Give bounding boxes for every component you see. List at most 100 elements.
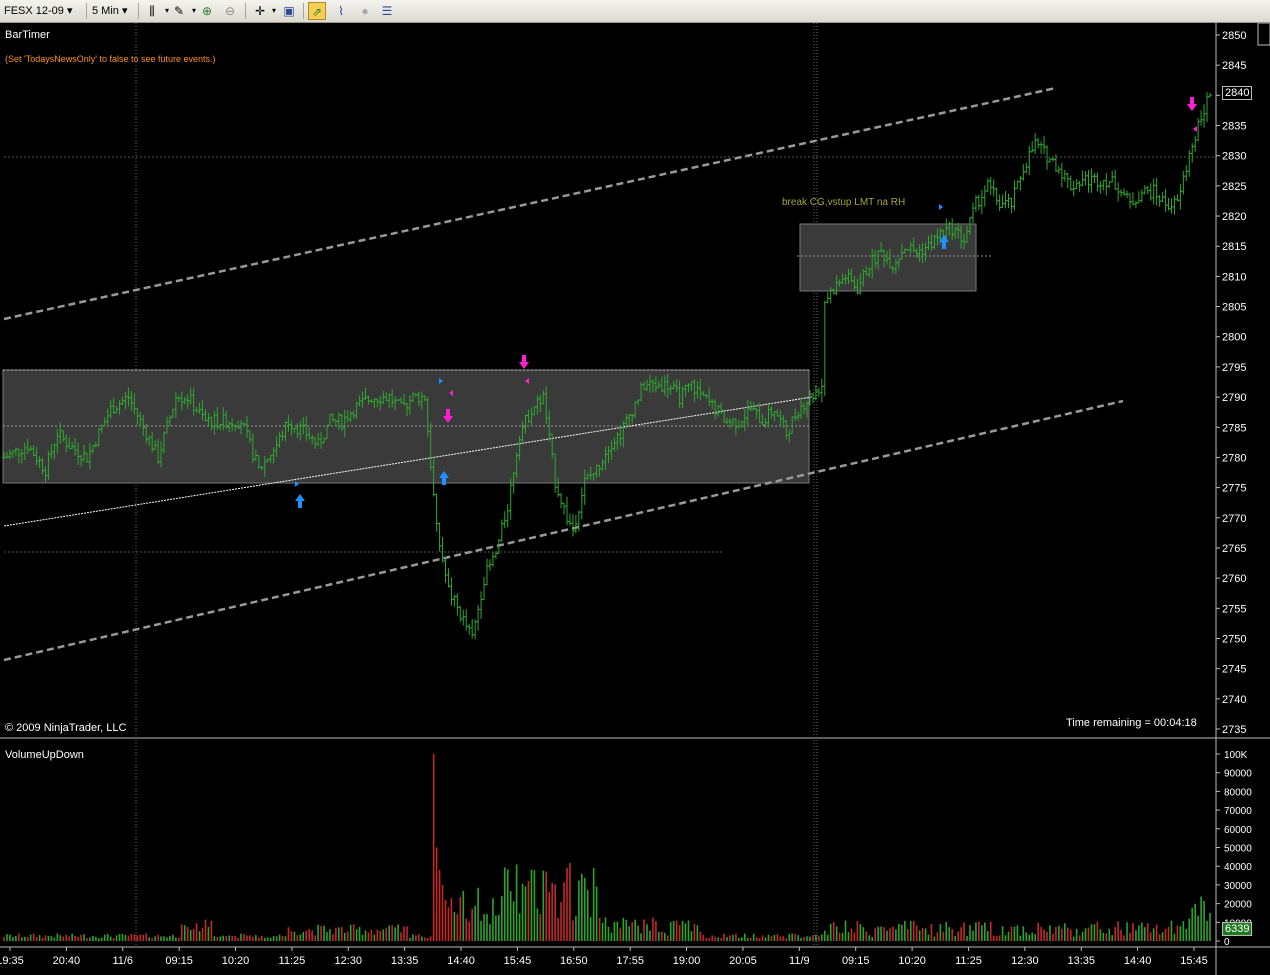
zoom-out-icon[interactable]: ⊖ <box>221 2 239 20</box>
volume-bar <box>1135 930 1137 941</box>
volume-bar <box>1061 928 1063 941</box>
volume-bar <box>1022 926 1025 941</box>
volume-bar <box>1164 928 1167 941</box>
volume-bar <box>1108 928 1111 941</box>
volume-bar <box>432 754 435 941</box>
volume-bar <box>388 925 391 941</box>
volume-bar <box>53 937 56 941</box>
volume-bar <box>403 926 405 941</box>
volume-bar <box>240 933 242 941</box>
volume-bar <box>927 934 930 941</box>
volume-bar <box>219 936 222 941</box>
volume-bar <box>207 927 210 941</box>
volume-bar <box>86 938 88 941</box>
instrument-selector[interactable]: FESX 12-09 ▾ <box>4 2 84 20</box>
volume-bar <box>391 925 393 941</box>
volume-bar <box>340 926 343 941</box>
volume-bar <box>148 937 150 941</box>
volume-bar <box>637 925 639 941</box>
volume-bar <box>678 925 681 941</box>
time-tick-label: 19:00 <box>673 955 701 967</box>
volume-bar <box>542 870 545 941</box>
price-tick-label: 2770 <box>1222 513 1246 525</box>
volume-bar <box>59 935 62 941</box>
time-tick-label: 16:50 <box>560 955 588 967</box>
strategy-icon[interactable]: ⇗ <box>308 2 326 20</box>
volume-bar <box>595 886 598 941</box>
volume-bar <box>536 908 539 941</box>
volume-bar <box>886 930 888 941</box>
time-tick-label: 14:40 <box>1124 955 1152 967</box>
time-tick-label: 11:25 <box>955 955 982 967</box>
volume-bar <box>975 922 977 941</box>
volume-bar <box>447 907 450 941</box>
volume-bar <box>1093 924 1096 941</box>
zoom-in-icon[interactable]: ⊕ <box>198 2 216 20</box>
volume-bar <box>281 936 284 941</box>
volume-bar <box>189 929 192 941</box>
volume-bar <box>41 937 44 941</box>
volume-bar <box>696 925 699 941</box>
chart-trader-icon[interactable]: ⌇ <box>332 2 350 20</box>
volume-bar <box>385 928 388 941</box>
volume-bar <box>1001 926 1004 941</box>
volume-bar <box>332 934 334 941</box>
volume-bar <box>1132 923 1134 941</box>
price-tick-label: 2795 <box>1222 362 1246 374</box>
volume-bar <box>803 936 805 941</box>
volume-bar <box>859 924 862 941</box>
volume-bar <box>74 936 76 941</box>
volume-bar <box>767 934 770 941</box>
volume-bar <box>329 929 331 941</box>
volume-bar <box>1200 896 1202 941</box>
price-tick-label: 2800 <box>1222 332 1246 344</box>
volume-bar <box>258 937 260 941</box>
data-box-icon[interactable]: ☰ <box>378 2 396 20</box>
volume-bar <box>95 936 97 941</box>
time-tick-label: 13:35 <box>391 955 419 967</box>
volume-bar <box>942 931 945 941</box>
volume-bar <box>326 932 328 941</box>
volume-bar <box>133 934 136 941</box>
volume-bar <box>26 937 29 941</box>
volume-bar <box>1158 934 1161 941</box>
volume-bar <box>898 924 900 941</box>
volume-bar <box>1146 923 1149 941</box>
volume-bar <box>1099 929 1102 941</box>
volume-bar <box>844 920 847 941</box>
volume-bar <box>726 937 728 941</box>
record-icon[interactable]: ● <box>356 2 374 20</box>
interval-selector[interactable]: 5 Min ▾ <box>92 2 138 20</box>
properties-icon[interactable]: ▣ <box>280 2 298 20</box>
volume-bar <box>963 922 965 941</box>
price-tick-label: 2750 <box>1222 633 1246 645</box>
volume-bar <box>1126 922 1128 941</box>
volume-bar <box>658 931 660 941</box>
volume-bar <box>646 924 648 941</box>
volume-bar <box>118 933 121 941</box>
volume-bar <box>738 937 740 941</box>
volume-bar <box>521 883 524 941</box>
buy-arrow-icon <box>295 494 305 508</box>
volume-bar <box>966 936 968 941</box>
volume-bar <box>1025 932 1028 941</box>
volume-bar <box>317 924 319 941</box>
volume-bar <box>889 928 891 941</box>
volume-bar <box>1144 927 1146 941</box>
volume-bar <box>761 935 764 941</box>
volume-bar <box>506 869 509 941</box>
volume-bar <box>71 933 73 941</box>
chart-canvas[interactable]: 2735 2740 2745 2750 2755 2760 2765 2770 2775 2780… <box>0 23 1270 975</box>
volume-bar <box>835 926 838 941</box>
time-tick-label: 11:25 <box>279 955 306 967</box>
price-tick-label: 2825 <box>1222 181 1246 193</box>
volume-bar <box>65 934 68 941</box>
volume-bar <box>492 898 494 941</box>
volume-bar <box>832 921 835 941</box>
volume-bar <box>98 938 100 941</box>
volume-bar <box>699 931 702 941</box>
volume-bar <box>619 928 622 941</box>
volume-bar <box>1034 934 1036 941</box>
volume-bar <box>1111 935 1114 941</box>
volume-bar <box>489 924 491 941</box>
